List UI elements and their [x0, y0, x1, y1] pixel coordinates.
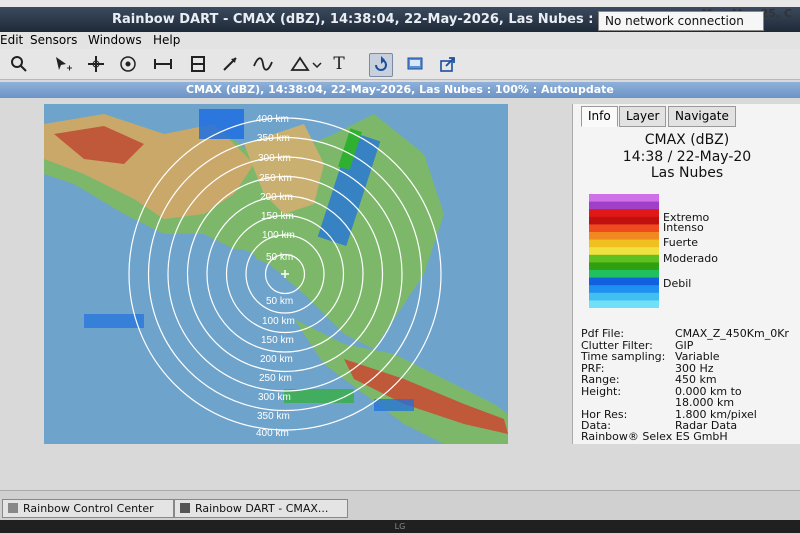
taskbar: Rainbow Control Center Rainbow DART - CM… — [0, 490, 800, 520]
polygon-icon[interactable] — [289, 53, 323, 75]
app-icon — [180, 503, 190, 513]
legend-label-fuerte: Fuerte — [663, 236, 699, 249]
tab-info[interactable]: Info — [581, 106, 618, 127]
legend-swatch — [589, 224, 659, 233]
radar-map-svg: 400 km 350 km 300 km 250 km 200 km 150 k… — [44, 104, 508, 444]
export-icon[interactable] — [437, 53, 459, 75]
legend-swatch — [589, 209, 659, 218]
legend-label-debil: Debil — [663, 277, 692, 290]
legend-label-intenso: Intenso — [663, 221, 704, 234]
radar-map[interactable]: 400 km 350 km 300 km 250 km 200 km 150 k… — [44, 104, 508, 444]
screen: Rainbow DART - CMAX (dBZ), 14:38:04, 22-… — [0, 0, 800, 520]
legend-swatch — [589, 216, 659, 225]
legend-swatch — [589, 239, 659, 248]
map-header-text: CMAX (dBZ), 14:38:04, 22-May-2026, Las N… — [186, 83, 614, 96]
ring-label-s-50: 50 km — [266, 296, 293, 307]
product-site: Las Nubes — [650, 165, 724, 181]
legend-swatch — [589, 277, 659, 286]
curve-icon[interactable] — [252, 53, 274, 75]
tab-layer[interactable]: Layer — [619, 106, 667, 127]
task-label: Rainbow Control Center — [23, 502, 154, 515]
product-title: CMAX (dBZ) — [644, 132, 730, 148]
ring-label-n-100: 100 km — [262, 230, 295, 241]
legend-swatch — [589, 194, 659, 203]
tab-navigate[interactable]: Navigate — [668, 106, 736, 127]
window-title: Rainbow DART - CMAX (dBZ), 14:38:04, 22-… — [112, 12, 607, 27]
ring-label-s-400: 400 km — [256, 428, 289, 439]
vendor-footer: Rainbow® Selex ES GmbH — [581, 430, 728, 443]
top-strip — [0, 0, 800, 7]
monitor-bezel: LG — [0, 520, 800, 533]
echo-band-6 — [374, 399, 414, 411]
task-rainbow-dart[interactable]: Rainbow DART - CMAX... — [174, 499, 348, 518]
network-notification[interactable]: No network connection — [598, 11, 764, 31]
task-label: Rainbow DART - CMAX... — [195, 502, 329, 515]
pointer-add-icon[interactable] — [52, 53, 74, 75]
menu-help[interactable]: Help — [153, 32, 180, 49]
menu-bar: Edit Sensors Windows Help — [0, 32, 800, 49]
legend-swatch — [589, 247, 659, 256]
legend-swatch — [589, 292, 659, 301]
legend-swatch — [589, 232, 659, 241]
menu-sensors[interactable]: Sensors — [30, 32, 77, 49]
color-legend — [589, 194, 659, 312]
legend-swatch — [589, 300, 659, 309]
ring-label-n-300: 300 km — [258, 153, 291, 164]
menu-edit[interactable]: Edit — [0, 32, 23, 49]
menu-windows[interactable]: Windows — [88, 32, 142, 49]
diagonal-line-icon[interactable] — [219, 53, 241, 75]
task-rainbow-control-center[interactable]: Rainbow Control Center — [2, 499, 174, 518]
target-icon[interactable] — [117, 53, 139, 75]
ring-label-n-400: 400 km — [256, 114, 289, 125]
legend-label-moderado: Moderado — [663, 252, 718, 265]
legend-swatch — [589, 262, 659, 271]
echo-band-1 — [199, 109, 244, 139]
measure-distance-icon[interactable] — [152, 53, 174, 75]
ring-label-s-300: 300 km — [258, 392, 291, 403]
color-legend-bar — [589, 194, 659, 309]
monitor-brand: LG — [394, 522, 406, 531]
text-tool-icon[interactable]: T — [328, 53, 350, 75]
map-header: CMAX (dBZ), 14:38:04, 22-May-2026, Las N… — [0, 82, 800, 98]
cross-section-icon[interactable] — [187, 53, 209, 75]
display-icon[interactable] — [404, 53, 426, 75]
ring-label-n-350: 350 km — [257, 133, 290, 144]
legend-swatch — [589, 285, 659, 294]
side-panel: Info Layer Navigate CMAX (dBZ) 14:38 / 2… — [572, 104, 800, 444]
toolbar: T — [0, 49, 800, 80]
ring-label-n-250: 250 km — [259, 173, 292, 184]
ring-label-s-250: 250 km — [259, 373, 292, 384]
legend-swatch — [589, 270, 659, 279]
ring-label-s-350: 350 km — [257, 411, 290, 422]
refresh-icon[interactable] — [369, 53, 393, 77]
product-time: 14:38 / 22-May-20 — [622, 149, 752, 165]
ring-label-s-200: 200 km — [260, 354, 293, 365]
ring-label-s-100: 100 km — [262, 316, 295, 327]
ring-label-n-150: 150 km — [261, 211, 294, 222]
zoom-icon[interactable] — [8, 53, 30, 75]
crosshair-icon[interactable] — [85, 53, 107, 75]
legend-swatch — [589, 201, 659, 210]
ring-label-n-50: 50 km — [266, 252, 293, 263]
legend-swatch — [589, 254, 659, 263]
ring-label-n-200: 200 km — [260, 192, 293, 203]
app-icon — [8, 503, 18, 513]
ring-label-s-150: 150 km — [261, 335, 294, 346]
